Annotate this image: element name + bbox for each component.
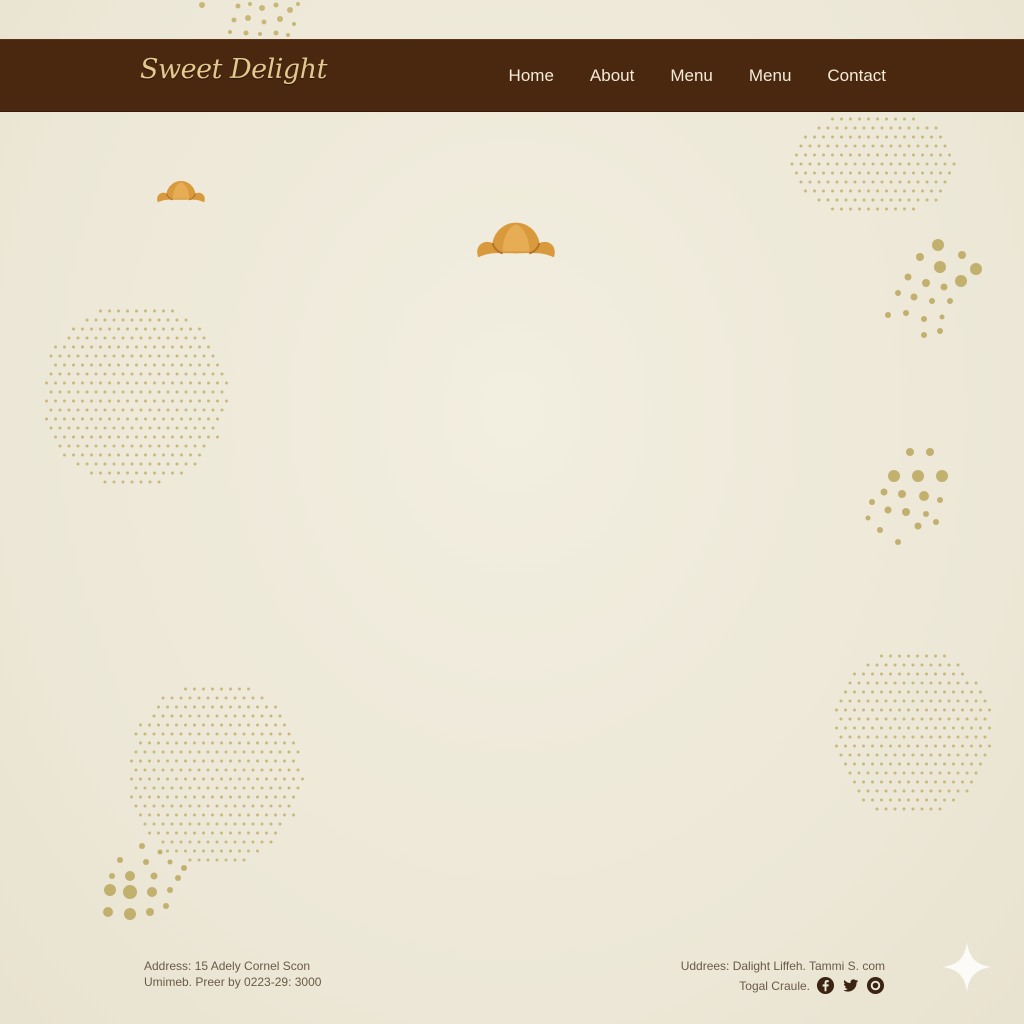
footer-phone-line: Umimeb. Preer by 0223-29: 3000 [144,975,322,989]
facebook-icon[interactable] [816,976,835,995]
nav-link-menu-2[interactable]: Menu [749,66,792,86]
brand-logo[interactable]: Sweet Delight [140,54,327,85]
twitter-icon[interactable] [841,976,860,995]
croissant-icon [157,180,205,203]
dot-pattern-left [45,309,228,484]
footer-contact: Uddrees: Dalight Liffeh. Tammi S. com To… [681,958,885,995]
instagram-icon[interactable] [866,976,885,995]
top-navbar: Sweet Delight Home About Menu Menu Conta… [0,39,1024,112]
dot-cluster-right-middle [865,448,948,545]
footer-email-line: Uddrees: Dalight Liffeh. Tammi S. com [680,959,885,973]
footer-address: Address: 15 Adely Cornel Scon Umimeb. Pr… [144,958,321,990]
footer-address-line: Address: 15 Adely Cornel Scon [144,959,311,973]
nav-link-about[interactable]: About [590,66,634,86]
nav-link-menu[interactable]: Menu [670,66,713,86]
dot-pattern-top-right [790,117,956,211]
nav-link-contact[interactable]: Contact [827,66,886,86]
sparkle-icon [942,942,992,992]
nav-menu: Home About Menu Menu Contact [509,40,886,111]
dot-cluster-bottom-left [103,843,187,920]
dot-pattern-top [199,2,300,37]
social-row: Togal Craule. [681,976,885,995]
footer-social-label: Togal Craule. [739,978,810,993]
nav-link-home[interactable]: Home [509,66,554,86]
dot-cluster-right-upper [885,239,982,338]
dot-pattern-bottom-right [835,654,991,811]
croissant-icon [477,222,555,258]
